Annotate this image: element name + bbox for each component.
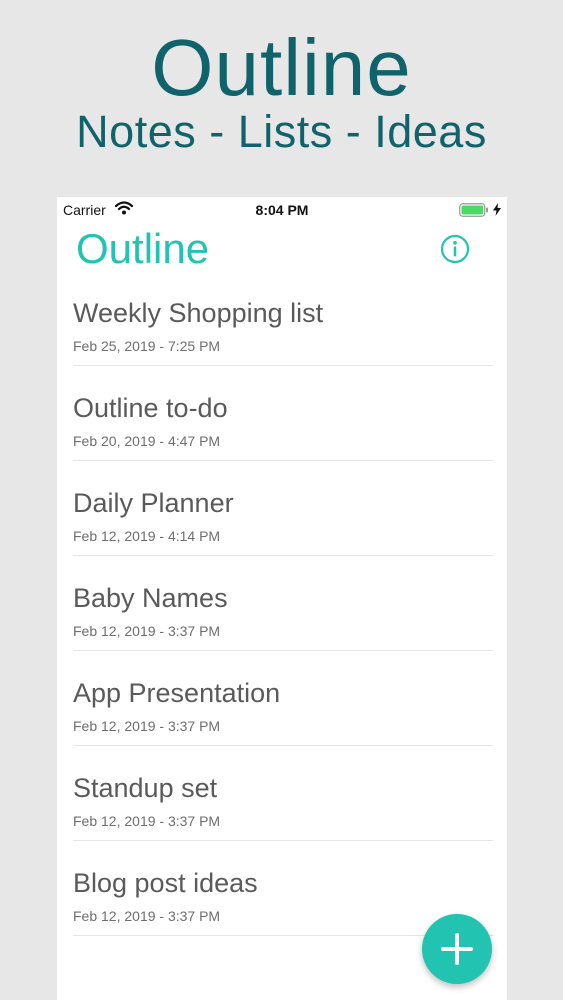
add-note-button[interactable] (422, 914, 492, 984)
note-title: Daily Planner (73, 488, 234, 518)
divider (73, 650, 493, 651)
note-date: Feb 12, 2019 - 3:37 PM (73, 623, 221, 639)
divider (73, 745, 493, 746)
info-icon[interactable] (440, 234, 470, 264)
plus-icon (441, 933, 473, 965)
status-time: 8:04 PM (255, 202, 309, 218)
note-date: Feb 20, 2019 - 4:47 PM (73, 433, 221, 449)
charging-icon (493, 203, 501, 216)
divider (73, 365, 493, 366)
divider (73, 460, 493, 461)
note-title: Standup set (73, 773, 218, 803)
notes-list: Weekly Shopping list Feb 25, 2019 - 7:25… (57, 292, 507, 957)
note-item[interactable]: Outline to-do Feb 20, 2019 - 4:47 PM (57, 387, 507, 482)
divider (73, 840, 493, 841)
phone-screen: Carrier 8:04 PM Outline Weekly Shopping … (57, 197, 507, 1000)
note-item[interactable]: Daily Planner Feb 12, 2019 - 4:14 PM (57, 482, 507, 577)
note-item[interactable]: Standup set Feb 12, 2019 - 3:37 PM (57, 767, 507, 862)
note-date: Feb 12, 2019 - 4:14 PM (73, 528, 221, 544)
note-date: Feb 12, 2019 - 3:37 PM (73, 718, 221, 734)
app-title: Outline (76, 225, 210, 272)
note-item[interactable]: Weekly Shopping list Feb 25, 2019 - 7:25… (57, 292, 507, 387)
promo-subtitle: Notes - Lists - Ideas (76, 106, 487, 157)
note-date: Feb 25, 2019 - 7:25 PM (73, 338, 221, 354)
note-item[interactable]: App Presentation Feb 12, 2019 - 3:37 PM (57, 672, 507, 767)
promo-title: Outline (151, 23, 412, 112)
divider (73, 555, 493, 556)
note-item[interactable]: Baby Names Feb 12, 2019 - 3:37 PM (57, 577, 507, 672)
note-title: Blog post ideas (73, 868, 258, 898)
battery-icon (459, 203, 488, 217)
note-title: App Presentation (73, 678, 281, 708)
note-title: Weekly Shopping list (73, 298, 324, 328)
note-title: Outline to-do (73, 393, 228, 423)
note-title: Baby Names (73, 583, 228, 613)
note-date: Feb 12, 2019 - 3:37 PM (73, 813, 221, 829)
status-bar: Carrier 8:04 PM (57, 197, 507, 223)
note-date: Feb 12, 2019 - 3:37 PM (73, 908, 221, 924)
